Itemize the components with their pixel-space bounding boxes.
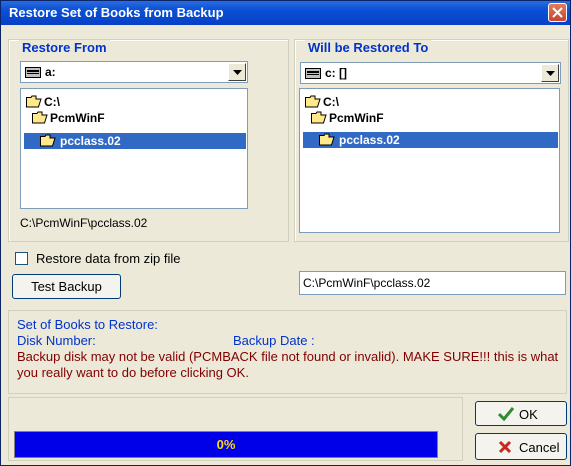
source-tree-node-root[interactable]: C:\ [26, 94, 116, 110]
folder-open-icon [311, 111, 327, 124]
test-backup-button[interactable]: Test Backup [12, 274, 121, 299]
source-tree-node-pcclass-selected[interactable]: pcclass.02 [24, 133, 246, 149]
backup-date-label: Backup Date : [233, 333, 315, 348]
folder-open-icon [305, 95, 321, 108]
floppy-drive-icon [25, 67, 41, 78]
folder-open-icon [40, 134, 56, 147]
progress-text: 0% [216, 437, 236, 452]
disk-number-label: Disk Number: [17, 333, 96, 348]
target-drive-value: c: [] [325, 66, 347, 80]
close-button[interactable] [548, 3, 567, 22]
source-tree-node-pcmwinf[interactable]: PcmWinF [32, 110, 122, 126]
folder-open-icon [319, 133, 335, 146]
progress-panel: 0% [8, 397, 463, 461]
target-drive-select[interactable]: c: [] [300, 62, 561, 84]
window-title: Restore Set of Books from Backup [9, 5, 224, 20]
chevron-down-icon [233, 70, 242, 75]
cancel-x-icon [498, 440, 512, 454]
chevron-down-icon [546, 71, 555, 76]
cancel-button[interactable]: Cancel [475, 433, 567, 460]
ok-button[interactable]: OK [475, 401, 567, 426]
target-tree-node-pcclass-selected[interactable]: pcclass.02 [303, 132, 558, 148]
backup-info-panel: Set of Books to Restore: Disk Number: Ba… [8, 310, 567, 394]
folder-open-icon [32, 111, 48, 124]
title-bar[interactable]: Restore Set of Books from Backup [1, 1, 570, 25]
restore-zip-checkbox[interactable] [15, 252, 28, 265]
target-path-field[interactable]: C:\PcmWinF\pcclass.02 [299, 271, 566, 295]
target-drive-dropdown-button[interactable] [541, 64, 559, 82]
target-tree-node-pcmwinf[interactable]: PcmWinF [311, 110, 401, 126]
set-of-books-label: Set of Books to Restore: [17, 317, 158, 332]
close-icon [552, 7, 563, 18]
target-folder-tree[interactable]: C:\ PcmWinF pcclass.02 [299, 88, 560, 233]
checkmark-icon [498, 407, 514, 421]
source-drive-select[interactable]: a: [20, 61, 248, 83]
warning-message: Backup disk may not be valid (PCMBACK fi… [17, 349, 559, 380]
folder-open-icon [26, 95, 42, 108]
source-folder-tree[interactable]: C:\ PcmWinF pcclass.02 [20, 88, 248, 209]
restore-from-legend: Restore From [19, 40, 110, 55]
hard-drive-icon [305, 68, 321, 79]
restore-zip-label[interactable]: Restore data from zip file [36, 251, 181, 266]
progress-bar: 0% [14, 431, 438, 458]
target-tree-node-root[interactable]: C:\ [305, 94, 395, 110]
source-path-label: C:\PcmWinF\pcclass.02 [20, 216, 148, 230]
source-drive-dropdown-button[interactable] [228, 63, 246, 81]
target-path-value: C:\PcmWinF\pcclass.02 [303, 276, 431, 290]
source-drive-value: a: [45, 65, 56, 79]
restore-to-legend: Will be Restored To [305, 40, 432, 55]
